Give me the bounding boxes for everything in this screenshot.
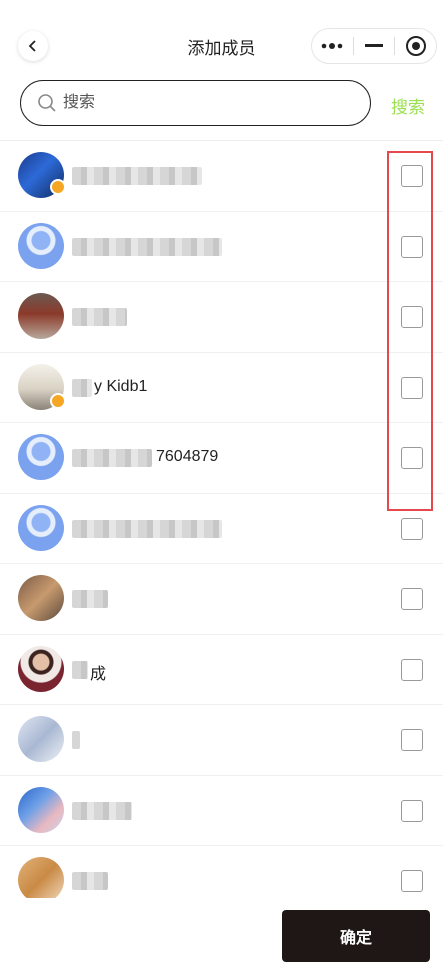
member-checkbox[interactable]: [401, 799, 423, 822]
list-item[interactable]: [0, 212, 443, 282]
member-checkbox[interactable]: [401, 165, 423, 187]
blurred-name: [72, 237, 222, 256]
blurred-name: [72, 731, 80, 749]
footer-bar: 确定: [0, 898, 443, 975]
blurred-name: [72, 167, 202, 185]
close-button[interactable]: [395, 29, 436, 63]
list-item[interactable]: [0, 705, 443, 776]
member-name: y Kidb1: [94, 377, 148, 395]
list-item[interactable]: 成: [0, 635, 443, 705]
member-list: y Kidb1 7604879 成: [0, 141, 443, 917]
avatar: [18, 716, 64, 762]
close-circle-icon: [405, 36, 426, 56]
avatar: [18, 575, 64, 621]
member-checkbox[interactable]: [401, 870, 423, 892]
avatar: [18, 504, 64, 551]
list-item[interactable]: [0, 282, 443, 353]
member-checkbox[interactable]: [401, 235, 423, 258]
minimize-icon: [365, 44, 383, 47]
more-dots-icon: [322, 43, 343, 49]
avatar: [18, 857, 64, 903]
blurred-name: [72, 378, 92, 397]
avatar: [18, 434, 64, 480]
blurred-name: [72, 308, 127, 326]
list-item[interactable]: [0, 494, 443, 564]
member-checkbox[interactable]: [401, 588, 423, 610]
verified-badge-icon: [50, 392, 66, 409]
avatar: [18, 645, 64, 692]
member-checkbox[interactable]: [401, 517, 423, 540]
minimize-button[interactable]: [354, 29, 395, 63]
list-item[interactable]: 7604879: [0, 423, 443, 494]
blurred-name: [72, 449, 152, 467]
mini-program-capsule: [311, 28, 437, 64]
avatar: [18, 786, 64, 833]
member-name: 成: [90, 665, 107, 683]
member-checkbox[interactable]: [401, 729, 423, 751]
search-input[interactable]: [61, 93, 345, 113]
blurred-name: [72, 872, 108, 890]
avatar: [18, 222, 64, 269]
list-item[interactable]: [0, 141, 443, 212]
list-item[interactable]: [0, 564, 443, 635]
blurred-name: [72, 519, 222, 538]
avatar: [18, 293, 64, 339]
blurred-name: [72, 660, 88, 679]
list-item[interactable]: [0, 776, 443, 846]
member-checkbox[interactable]: [401, 376, 423, 399]
list-item[interactable]: y Kidb1: [0, 353, 443, 423]
search-box: [20, 80, 371, 126]
confirm-button[interactable]: 确定: [282, 910, 430, 962]
blurred-name: [72, 801, 132, 820]
member-checkbox[interactable]: [401, 306, 423, 328]
search-button[interactable]: 搜索: [391, 93, 425, 118]
member-name: 7604879: [156, 448, 219, 465]
more-button[interactable]: [312, 29, 353, 63]
member-checkbox[interactable]: [401, 447, 423, 469]
verified-badge-icon: [50, 179, 66, 195]
blurred-name: [72, 590, 108, 608]
search-icon: [38, 94, 56, 112]
member-checkbox[interactable]: [401, 658, 423, 681]
nav-header: 添加成员: [0, 0, 443, 74]
